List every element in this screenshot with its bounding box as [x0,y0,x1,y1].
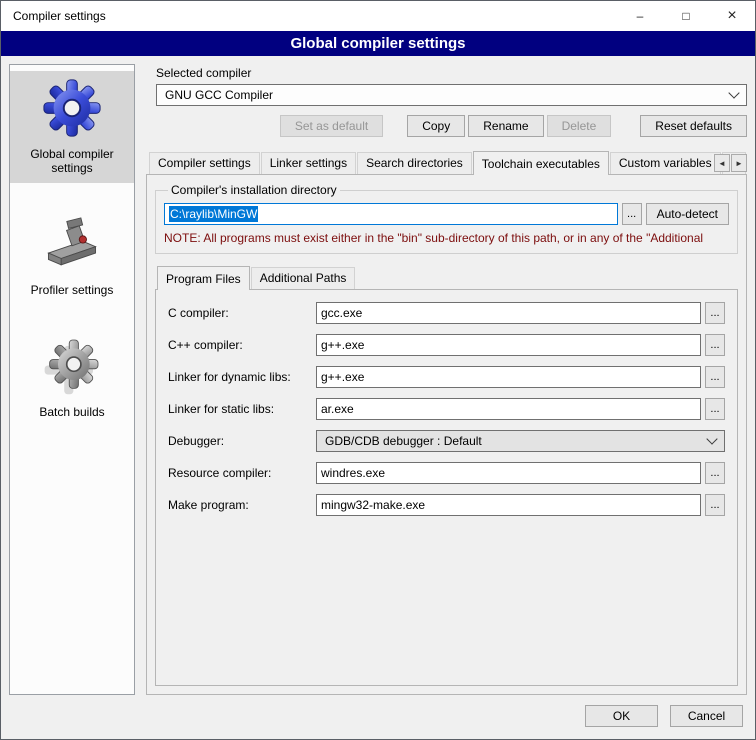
installation-directory-input[interactable]: C:\raylib\MinGW [164,203,618,225]
resource-compiler-row: Resource compiler: ... [168,462,725,484]
compiler-buttons-row: Set as default Copy Rename Delete Reset … [146,115,747,137]
tab-scroll-right-icon[interactable]: ► [731,154,747,172]
main-panel: Selected compiler GNU GCC Compiler Set a… [146,64,747,695]
maximize-button[interactable]: □ [663,1,709,31]
dialog-footer: OK Cancel [1,701,755,739]
installation-directory-browse-button[interactable]: ... [622,203,642,225]
dynamic-linker-label: Linker for dynamic libs: [168,370,316,384]
sub-tabstrip: Program Files Additional Paths [155,264,738,289]
sidebar-item-label: Global compiler settings [14,147,130,175]
page-title: Global compiler settings [1,31,755,56]
main-tabstrip: Compiler settings Linker settings Search… [146,149,747,174]
compiler-settings-dialog: Compiler settings – □ × Global compiler … [0,0,756,740]
set-as-default-button[interactable]: Set as default [280,115,383,137]
copy-button[interactable]: Copy [407,115,465,137]
note-text: NOTE: All programs must exist either in … [164,231,729,245]
debugger-value: GDB/CDB debugger : Default [325,434,708,448]
c-compiler-label: C compiler: [168,306,316,320]
static-linker-browse-button[interactable]: ... [705,398,725,420]
dynamic-linker-row: Linker for dynamic libs: ... [168,366,725,388]
settings-sidebar: Global compiler settings Profiler settin… [9,64,135,695]
subtab-additional-paths[interactable]: Additional Paths [251,267,356,289]
sidebar-item-profiler-settings[interactable]: Profiler settings [10,207,134,305]
installation-directory-legend: Compiler's installation directory [168,183,340,197]
ok-button[interactable]: OK [585,705,658,727]
toolchain-executables-panel: Compiler's installation directory C:\ray… [146,174,747,695]
static-linker-input[interactable] [316,398,701,420]
static-linker-row: Linker for static libs: ... [168,398,725,420]
reset-defaults-button[interactable]: Reset defaults [640,115,747,137]
window-title: Compiler settings [1,9,617,23]
selected-compiler-section: Selected compiler GNU GCC Compiler [146,64,747,106]
cpp-compiler-input[interactable] [316,334,701,356]
installation-directory-row: C:\raylib\MinGW ... Auto-detect [164,203,729,225]
selected-compiler-value: GNU GCC Compiler [165,88,730,102]
make-program-row: Make program: ... [168,494,725,516]
c-compiler-row: C compiler: ... [168,302,725,324]
tab-scrollers: ◄ ► [712,154,747,172]
tab-toolchain-executables[interactable]: Toolchain executables [473,151,609,175]
make-program-input[interactable] [316,494,701,516]
program-files-panel: C compiler: ... C++ compiler: ... Linker… [155,289,738,686]
gear-blue-icon [41,77,103,139]
minimize-button[interactable]: – [617,1,663,31]
installation-directory-group: Compiler's installation directory C:\ray… [155,183,738,254]
resource-compiler-browse-button[interactable]: ... [705,462,725,484]
resource-compiler-label: Resource compiler: [168,466,316,480]
sidebar-item-global-compiler-settings[interactable]: Global compiler settings [10,71,134,183]
profiler-tool-icon [41,213,103,275]
delete-button[interactable]: Delete [547,115,612,137]
cpp-compiler-label: C++ compiler: [168,338,316,352]
dynamic-linker-browse-button[interactable]: ... [705,366,725,388]
sidebar-item-label: Profiler settings [31,283,114,297]
tab-scroll-left-icon[interactable]: ◄ [714,154,730,172]
installation-directory-value: C:\raylib\MinGW [169,206,258,222]
make-program-label: Make program: [168,498,316,512]
cpp-compiler-row: C++ compiler: ... [168,334,725,356]
cpp-compiler-browse-button[interactable]: ... [705,334,725,356]
auto-detect-button[interactable]: Auto-detect [646,203,729,225]
resource-compiler-input[interactable] [316,462,701,484]
chevron-down-icon [706,433,717,444]
sidebar-item-label: Batch builds [39,405,104,419]
tab-linker-settings[interactable]: Linker settings [261,152,356,174]
c-compiler-input[interactable] [316,302,701,324]
cancel-button[interactable]: Cancel [670,705,743,727]
make-program-browse-button[interactable]: ... [705,494,725,516]
debugger-row: Debugger: GDB/CDB debugger : Default [168,430,725,452]
tab-compiler-settings[interactable]: Compiler settings [149,152,260,174]
static-linker-label: Linker for static libs: [168,402,316,416]
gear-gray-icon [41,335,103,397]
chevron-down-icon [728,87,739,98]
c-compiler-browse-button[interactable]: ... [705,302,725,324]
tab-custom-variables[interactable]: Custom variables [610,152,721,174]
debugger-dropdown[interactable]: GDB/CDB debugger : Default [316,430,725,452]
tab-search-directories[interactable]: Search directories [357,152,472,174]
sidebar-item-batch-builds[interactable]: Batch builds [10,329,134,427]
dialog-content: Global compiler settings Profiler settin… [1,56,755,701]
rename-button[interactable]: Rename [468,115,543,137]
titlebar[interactable]: Compiler settings – □ × [1,1,755,31]
debugger-label: Debugger: [168,434,316,448]
dynamic-linker-input[interactable] [316,366,701,388]
selected-compiler-dropdown[interactable]: GNU GCC Compiler [156,84,747,106]
close-button[interactable]: × [709,1,755,31]
subtab-program-files[interactable]: Program Files [157,266,250,290]
selected-compiler-label: Selected compiler [156,66,747,80]
